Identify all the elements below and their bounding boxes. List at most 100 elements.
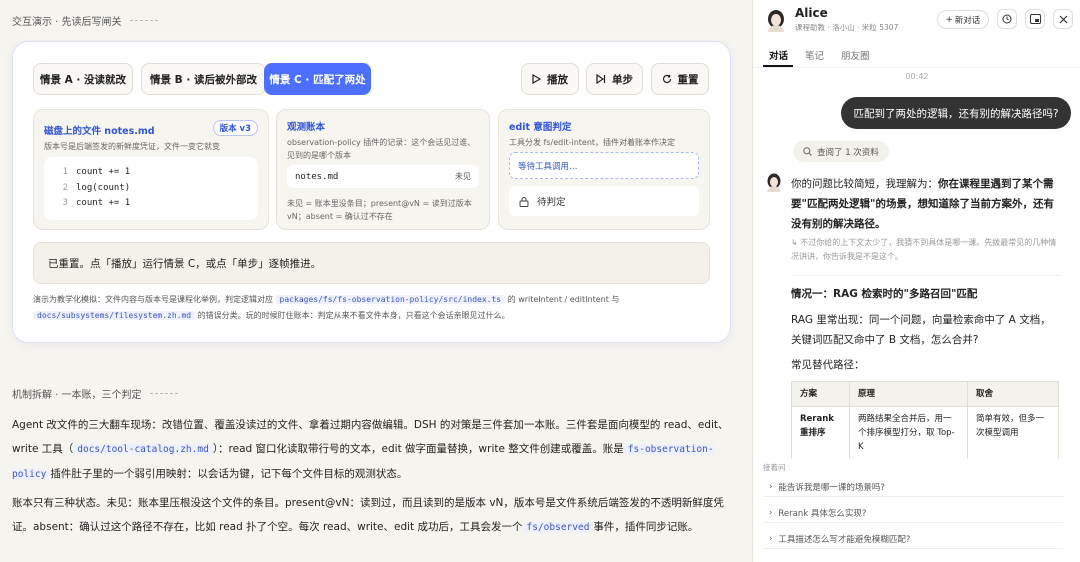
code-path-chip[interactable]: docs/subsystems/filesystem.zh.md bbox=[33, 311, 196, 320]
table-cell: Rerank 重排序 bbox=[791, 406, 850, 459]
ledger-panel-title: 观测账本 bbox=[287, 122, 326, 133]
quote-icon: ↳ bbox=[791, 238, 801, 247]
table-cell: 简单有效，但多一次模型调用 bbox=[967, 406, 1059, 459]
edit-panel-title: edit 意图判定 bbox=[509, 122, 572, 133]
code-path-chip[interactable]: docs/tool-catalog.zh.md bbox=[73, 444, 213, 455]
file-code-block: 1 count += 1 2 log(count) 3 count += 1 bbox=[44, 157, 258, 220]
step-label: 单步 bbox=[612, 73, 633, 86]
step-forward-icon bbox=[596, 74, 606, 84]
tool-usage-chip[interactable]: 查阅了 1 次资料 bbox=[793, 141, 889, 162]
avatar-icon bbox=[768, 10, 784, 32]
chat-panel: Alice 课程助教 · 洛小山 · 米粒 5307 + 新对话 对话 笔记 朋友… bbox=[752, 0, 1080, 562]
disk-file-panel: 磁盘上的文件 notes.md 版本 v3 版本号是后端签发的新鲜度凭证，文件一… bbox=[33, 109, 269, 230]
suggestion-text: 工具描述怎么写才能避免模糊匹配? bbox=[778, 534, 911, 545]
play-icon bbox=[532, 74, 541, 84]
suggestion-item[interactable]: › Rerank 具体怎么实现? bbox=[763, 503, 1063, 523]
para-text: 事件，插件同步记账。 bbox=[593, 521, 699, 533]
demo-section-label: 交互演示 · 先读后写闸关 bbox=[12, 13, 158, 28]
table-cell: 两路结果全合并后，用一个排序模型打分，取 Top-K bbox=[849, 406, 968, 459]
ledger-file-name: notes.md bbox=[295, 171, 339, 182]
step-button[interactable]: 单步 bbox=[586, 63, 643, 95]
para-text: ）：read 窗口化读取带行号的文本，edit 做字面量替换，write 整文件… bbox=[212, 443, 624, 455]
suggestion-item[interactable]: › 能告诉我是哪一课的场景吗? bbox=[763, 477, 1063, 497]
code-text: count += 1 bbox=[76, 198, 131, 208]
status-message: 已重置。点「播放」运行情景 C，或点「单步」逐帧推进。 bbox=[33, 242, 710, 284]
case-body: RAG 里常出现：同一个问题，向量检索命中了 A 文档，关键词匹配又命中了 B … bbox=[791, 314, 1051, 346]
reset-icon bbox=[662, 74, 671, 84]
demo-section-title: 交互演示 · 先读后写闸关 bbox=[12, 17, 122, 28]
table-header: 方案 bbox=[791, 381, 850, 407]
divider bbox=[753, 67, 1080, 68]
edit-panel-desc: 工具分发 fs/edit-intent，插件对着账本作决定 bbox=[509, 138, 676, 147]
edit-intent-panel: edit 意图判定 工具分发 fs/edit-intent，插件对着账本作决定 … bbox=[498, 109, 710, 230]
avatar bbox=[765, 8, 787, 32]
chevron-right-icon: › bbox=[769, 481, 773, 492]
plus-icon: + bbox=[945, 14, 953, 25]
divider bbox=[791, 275, 1061, 276]
reply-text: 你的问题比较简短，我理解为： bbox=[791, 178, 938, 190]
table-header: 取舍 bbox=[967, 381, 1059, 407]
alternatives-table: 方案 原理 取舍 Rerank 重排序 两路结果全合并后，用一个排序模型打分，取… bbox=[791, 381, 1061, 459]
ledger-panel: 观测账本 observation-policy 插件的记录：这个会话见过谁、见到… bbox=[276, 109, 490, 230]
table-row: Rerank 重排序 两路结果全合并后，用一个排序模型打分，取 Top-K 简单… bbox=[791, 406, 1059, 459]
pending-verdict: 待判定 bbox=[509, 186, 699, 216]
code-text: log(count) bbox=[76, 182, 131, 193]
close-icon bbox=[1059, 15, 1067, 23]
alternatives-label: 常见替代路径： bbox=[791, 359, 865, 371]
table-header: 原理 bbox=[849, 381, 968, 407]
play-button[interactable]: 播放 bbox=[521, 63, 579, 95]
ledger-legend: 未见 = 账本里没条目；present@vN = 读到过版本 vN；absent… bbox=[287, 199, 472, 221]
history-icon bbox=[1002, 14, 1012, 24]
code-line: 1 count += 1 bbox=[54, 165, 248, 181]
demo-footnote: 演示为教学化模拟：文件内容与版本号是课程化举例，判定逻辑对应 packages/… bbox=[33, 292, 713, 324]
tab-notes[interactable]: 笔记 bbox=[805, 48, 824, 62]
interactive-demo-card: 情景 A · 没读就改 情景 B · 读后被外部改 情景 C · 匹配了两处 播… bbox=[12, 41, 731, 343]
scenario-a-button[interactable]: 情景 A · 没读就改 bbox=[33, 63, 133, 95]
new-chat-label: 新对话 bbox=[954, 15, 981, 26]
line-number: 1 bbox=[62, 167, 68, 177]
avatar-icon bbox=[767, 173, 781, 192]
scenario-b-button[interactable]: 情景 B · 读后被外部改 bbox=[141, 63, 266, 95]
reset-label: 重置 bbox=[677, 73, 699, 86]
tab-moments[interactable]: 朋友圈 bbox=[841, 48, 870, 62]
code-path-chip[interactable]: fs/observed bbox=[522, 522, 594, 533]
code-line: 2 log(count) bbox=[54, 181, 248, 197]
window-icon bbox=[1029, 14, 1041, 24]
waiting-tool-call: 等待工具调用… bbox=[509, 152, 699, 179]
code-path-chip[interactable]: packages/fs/fs-observation-policy/src/in… bbox=[275, 295, 506, 304]
code-text: count += 1 bbox=[76, 167, 131, 177]
ledger-state: 未见 bbox=[455, 172, 471, 181]
search-icon bbox=[803, 147, 812, 156]
paragraph-1: Agent 改文件的三大翻车现场：改错位置、覆盖没读过的文件、拿着过期内容做编辑… bbox=[12, 413, 734, 487]
para-text: 插件肚子里的一个弱引用映射：以会话为键，记下每个文件目标的观测状态。 bbox=[50, 468, 408, 480]
chevron-right-icon: › bbox=[769, 507, 773, 518]
table-header-row: 方案 原理 取舍 bbox=[791, 381, 1059, 407]
chevron-right-icon: › bbox=[769, 533, 773, 544]
version-badge: 版本 v3 bbox=[212, 120, 258, 136]
reset-button[interactable]: 重置 bbox=[651, 63, 709, 95]
assistant-aside: ↳ 不过你给的上下文太少了，我猜不到具体是哪一课。先拨最常见的几种情况讲讲，你告… bbox=[791, 236, 1063, 264]
ledger-entry: notes.md 未见 bbox=[287, 165, 479, 188]
note-text: 的 writeIntent / editIntent 与 bbox=[507, 295, 620, 304]
line-number: 2 bbox=[62, 182, 68, 193]
line-number: 3 bbox=[62, 198, 68, 208]
play-label: 播放 bbox=[547, 73, 568, 86]
suggestion-item[interactable]: › 工具描述怎么写才能避免模糊匹配? bbox=[763, 529, 1063, 549]
close-button[interactable] bbox=[1053, 9, 1073, 29]
suggestion-text: 能告诉我是哪一课的场景吗? bbox=[778, 482, 885, 493]
aside-text: 不过你给的上下文太少了，我猜不到具体是哪一课。先拨最常见的几种情况讲讲，你告诉我… bbox=[791, 238, 1057, 261]
assistant-reply: 你的问题比较简短，我理解为：你在课程里遇到了某个需要"匹配两处逻辑"的场景，想知… bbox=[791, 174, 1063, 234]
tab-chat[interactable]: 对话 bbox=[769, 48, 788, 62]
history-button[interactable] bbox=[997, 9, 1017, 29]
new-chat-button[interactable]: + 新对话 bbox=[937, 10, 989, 29]
suggestion-text: Rerank 具体怎么实现? bbox=[778, 508, 867, 519]
divider bbox=[149, 393, 178, 394]
mech-section-label: 机制拆解 · 一本账，三个判定 bbox=[12, 386, 178, 401]
lock-icon bbox=[519, 196, 529, 207]
layout-button[interactable] bbox=[1025, 9, 1045, 29]
note-text: 演示为教学化模拟：文件内容与版本号是课程化举例，判定逻辑对应 bbox=[33, 295, 273, 304]
scenario-c-button[interactable]: 情景 C · 匹配了两处 bbox=[264, 63, 371, 95]
follow-up-label: 接着问 bbox=[763, 463, 786, 472]
mech-section-title: 机制拆解 · 一本账，三个判定 bbox=[12, 390, 142, 401]
case-title: 情况一：RAG 检索时的"多路召回"匹配 bbox=[791, 288, 978, 300]
